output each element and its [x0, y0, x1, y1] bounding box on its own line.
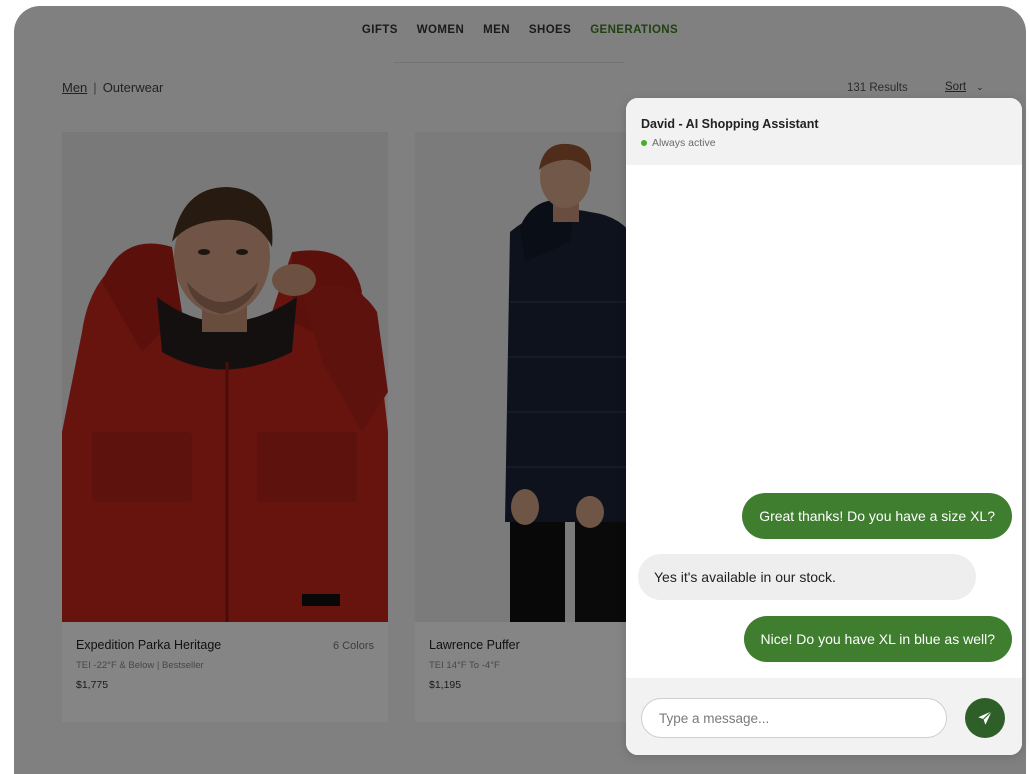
- chat-status: Always active: [641, 137, 716, 149]
- chat-panel: David - AI Shopping Assistant Always act…: [626, 98, 1022, 755]
- breadcrumb-current: Outerwear: [102, 80, 164, 95]
- nav-item-women[interactable]: WOMEN: [417, 22, 464, 46]
- red-parka-model-illustration: [62, 132, 388, 622]
- results-count: 131 Results: [847, 82, 908, 94]
- paper-plane-icon: [978, 710, 993, 725]
- breadcrumb-separator: |: [93, 80, 97, 95]
- product-card[interactable]: Expedition Parka Heritage 6 Colors TEI -…: [62, 132, 388, 722]
- send-button[interactable]: [965, 698, 1005, 738]
- message-input[interactable]: [641, 698, 947, 738]
- user-message: Nice! Do you have XL in blue as well?: [743, 616, 1012, 662]
- chevron-down-icon: ⌄: [976, 82, 984, 92]
- nav-divider: [394, 62, 624, 63]
- top-navigation: GIFTS WOMEN MEN SHOES GENERATIONS: [14, 22, 1026, 46]
- product-colors: 6 Colors: [333, 640, 374, 652]
- chat-title: David - AI Shopping Assistant: [641, 117, 819, 131]
- chat-status-text: Always active: [652, 137, 716, 149]
- chat-header: David - AI Shopping Assistant Always act…: [626, 98, 1022, 165]
- user-message: Great thanks! Do you have a size XL?: [742, 493, 1012, 539]
- product-name[interactable]: Lawrence Puffer: [429, 638, 520, 652]
- nav-item-shoes[interactable]: SHOES: [529, 22, 571, 46]
- nav-item-generations[interactable]: GENERATIONS: [590, 22, 678, 46]
- product-temperature: TEI -22°F & Below | Bestseller: [76, 660, 204, 671]
- breadcrumb-men-link[interactable]: Men: [62, 80, 87, 95]
- product-price: $1,195: [429, 679, 462, 691]
- breadcrumb: Men | Outerwear: [62, 80, 163, 95]
- nav-item-men[interactable]: MEN: [483, 22, 510, 46]
- active-status-dot-icon: [641, 140, 647, 146]
- nav-item-gifts[interactable]: GIFTS: [362, 22, 398, 46]
- product-name[interactable]: Expedition Parka Heritage: [76, 638, 221, 652]
- product-image[interactable]: [62, 132, 388, 622]
- chat-footer: [626, 678, 1022, 755]
- product-price: $1,775: [76, 679, 109, 691]
- sort-label: Sort: [945, 81, 967, 93]
- sort-dropdown[interactable]: Sort ⌄: [945, 81, 984, 93]
- assistant-message: Yes it's available in our stock.: [638, 554, 976, 600]
- product-temperature: TEI 14°F To -4°F: [429, 660, 500, 671]
